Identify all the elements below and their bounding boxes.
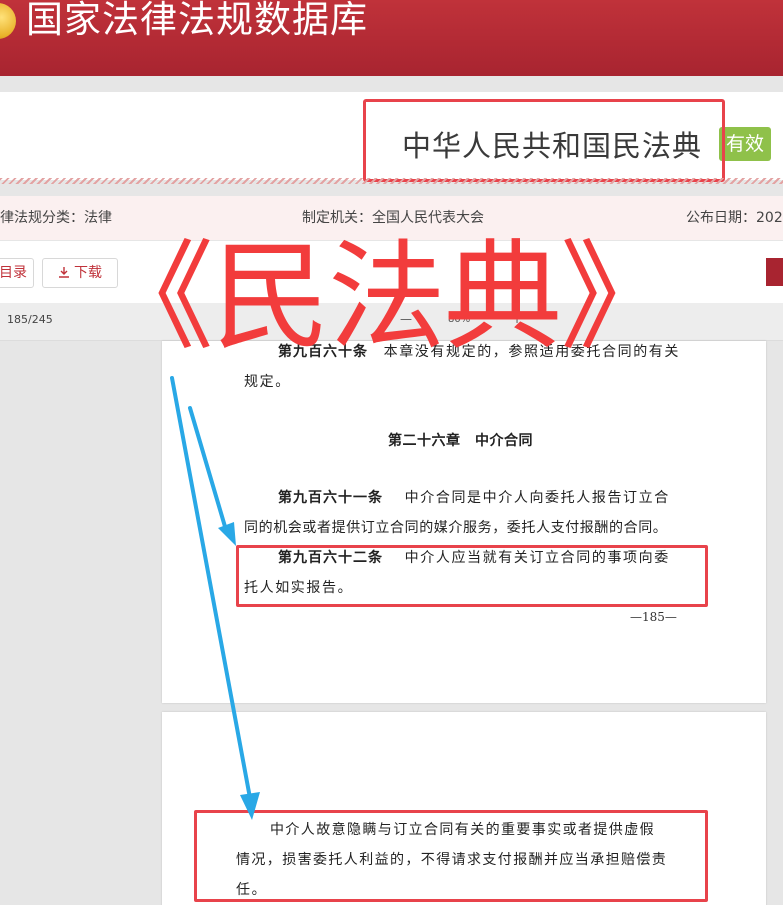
dashed-divider [0,178,783,184]
article-961-number: 第九百六十一条 [278,490,383,506]
page-counter[interactable]: 185/245 [7,313,53,326]
catalog-button[interactable]: 目录 [0,258,34,288]
download-icon [59,267,69,278]
site-title[interactable]: 国家法律法规数据库 [26,0,368,42]
chapter-heading: 第二十六章 中介合同 [388,433,533,449]
title-highlight-box [363,99,725,182]
page2-highlight-box [194,810,708,902]
publish-date: 公布日期：202 [686,210,783,226]
law-authority: 制定机关：全国人民代表大会 [302,210,484,226]
page-number: —185— [630,610,677,624]
civil-code-watermark: 《民法典》 [96,228,678,366]
article-962-highlight-box [236,545,708,607]
side-tab[interactable] [766,258,783,286]
article-961-text: 中介合同是中介人向委托人报告订立合 [404,490,670,506]
site-header: 国家法律法规数据库 [0,0,783,76]
status-badge: 有效 [719,127,771,161]
article-961-line-2: 同的机会或者提供订立合同的媒介服务，委托人支付报酬的合同。 [244,520,668,536]
law-category: 律法规分类：法律 [0,210,112,226]
national-emblem-logo [0,3,16,39]
article-961-line-1: 第九百六十一条 中介合同是中介人向委托人报告订立合 [278,488,670,508]
article-960-line-2: 规定。 [244,374,291,390]
catalog-label: 目录 [0,265,27,281]
